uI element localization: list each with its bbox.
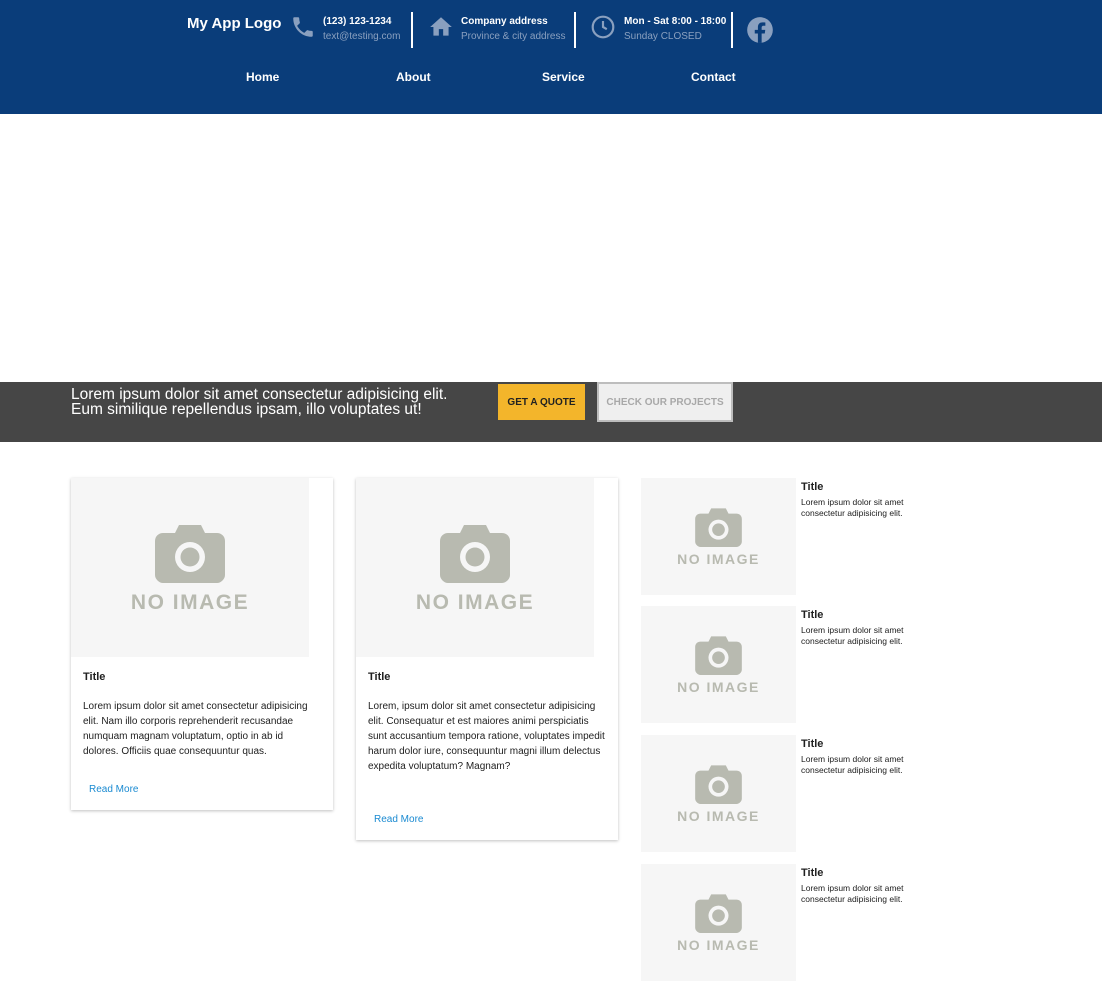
no-image-text: NO IMAGE (677, 551, 760, 567)
hours-weekdays: Mon - Sat 8:00 - 18:00 (624, 16, 727, 27)
camera-icon (695, 765, 742, 804)
contact-phone: (123) 123-1234 text@testing.com (290, 14, 402, 48)
read-more-link[interactable]: Read More (374, 814, 423, 825)
side-list-item[interactable]: NO IMAGE Title Lorem ipsum dolor sit ame… (641, 735, 911, 852)
divider (574, 12, 576, 48)
article-card: NO IMAGE Title Lorem ipsum dolor sit ame… (71, 478, 333, 810)
side-list-item[interactable]: NO IMAGE Title Lorem ipsum dolor sit ame… (641, 478, 911, 595)
site-header: My App Logo (123) 123-1234 text@testing.… (0, 0, 1102, 114)
side-list-item[interactable]: NO IMAGE Title Lorem ipsum dolor sit ame… (641, 606, 911, 723)
side-item-body: Lorem ipsum dolor sit amet consectetur a… (801, 497, 904, 518)
cta-banner: Lorem ipsum dolor sit amet consectetur a… (0, 382, 1102, 442)
nav-service[interactable]: Service (542, 70, 585, 84)
no-image-text: NO IMAGE (677, 937, 760, 953)
phone-number: (123) 123-1234 (323, 16, 392, 27)
read-more-link[interactable]: Read More (89, 784, 138, 795)
divider (731, 12, 733, 48)
side-item-title: Title (801, 609, 824, 621)
check-projects-button[interactable]: CHECK OUR PROJECTS (597, 382, 733, 422)
side-item-body: Lorem ipsum dolor sit amet consectetur a… (801, 625, 904, 646)
card-image: NO IMAGE (71, 478, 309, 657)
phone-icon (293, 17, 313, 37)
side-item-title: Title (801, 481, 824, 493)
home-icon (430, 17, 452, 36)
banner-text: Lorem ipsum dolor sit amet consectetur a… (71, 386, 448, 418)
no-image-text: NO IMAGE (677, 679, 760, 695)
opening-hours: Mon - Sat 8:00 - 18:00 Sunday CLOSED (590, 14, 727, 48)
camera-icon (695, 894, 742, 933)
email-address: text@testing.com (323, 31, 401, 42)
side-item-title: Title (801, 867, 824, 879)
nav-contact[interactable]: Contact (691, 70, 736, 84)
card-title: Title (83, 671, 106, 683)
no-image-text: NO IMAGE (130, 591, 250, 614)
card-image: NO IMAGE (356, 478, 594, 657)
card-body: Lorem, ipsum dolor sit amet consectetur … (368, 701, 605, 772)
camera-icon (440, 525, 510, 583)
side-item-image: NO IMAGE (641, 606, 796, 723)
divider (411, 12, 413, 48)
company-address: Company address Province & city address (428, 14, 568, 48)
camera-icon (695, 508, 742, 547)
camera-icon (695, 636, 742, 675)
side-item-image: NO IMAGE (641, 478, 796, 595)
side-item-image: NO IMAGE (641, 735, 796, 852)
side-item-body: Lorem ipsum dolor sit amet consectetur a… (801, 754, 904, 775)
side-item-image: NO IMAGE (641, 864, 796, 981)
card-body: Lorem ipsum dolor sit amet consectetur a… (83, 701, 308, 757)
article-card: NO IMAGE Title Lorem, ipsum dolor sit am… (356, 478, 618, 840)
app-logo[interactable]: My App Logo (187, 15, 281, 32)
side-item-title: Title (801, 738, 824, 750)
address-title: Company address (461, 16, 548, 27)
camera-icon (155, 525, 225, 583)
facebook-icon[interactable] (746, 16, 774, 44)
hours-sunday: Sunday CLOSED (624, 31, 702, 42)
clock-icon (591, 15, 615, 39)
address-subtitle: Province & city address (461, 31, 566, 42)
nav-home[interactable]: Home (246, 70, 279, 84)
no-image-text: NO IMAGE (677, 808, 760, 824)
card-title: Title (368, 671, 391, 683)
nav-about[interactable]: About (396, 70, 431, 84)
side-list-item[interactable]: NO IMAGE Title Lorem ipsum dolor sit ame… (641, 864, 911, 981)
side-item-body: Lorem ipsum dolor sit amet consectetur a… (801, 883, 904, 904)
no-image-text: NO IMAGE (415, 591, 535, 614)
get-quote-button[interactable]: GET A QUOTE (498, 384, 585, 420)
